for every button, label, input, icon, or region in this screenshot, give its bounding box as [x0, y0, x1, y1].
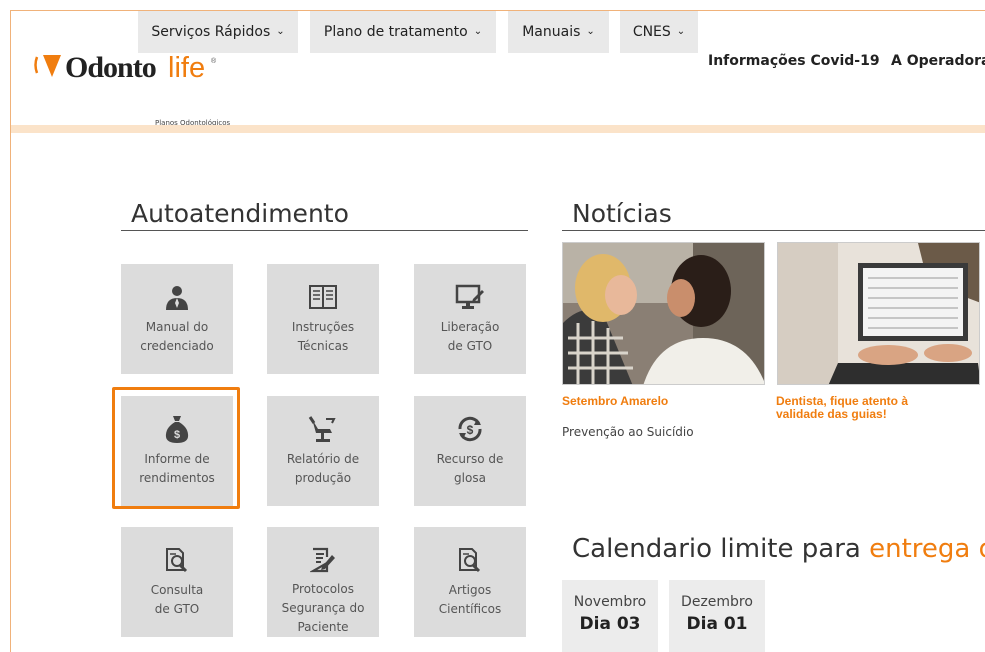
menu-label: Plano de tratamento	[323, 24, 468, 40]
person-tie-icon	[162, 282, 192, 312]
section-title-noticias: Notícias	[572, 199, 672, 228]
tile-instrucoes-tecnicas[interactable]: Instruções Técnicas	[267, 264, 379, 374]
svg-text:$: $	[467, 423, 474, 437]
tile-label: Artigos Científicos	[438, 583, 502, 616]
nav-covid[interactable]: Informações Covid-19	[708, 53, 880, 69]
chevron-down-icon: ⌄	[676, 25, 686, 37]
nav-operadora[interactable]: A Operadora	[891, 53, 985, 69]
tile-protocolos-seguranca[interactable]: Protocolos Segurança do Paciente	[267, 527, 379, 637]
chevron-down-icon: ⌄	[586, 25, 595, 37]
menu-plano-tratamento[interactable]: Plano de tratamento ⌄	[310, 11, 496, 53]
document-search-icon	[455, 545, 485, 575]
calendar-day: Dia 03	[579, 614, 641, 634]
calendar-title-accent: entrega d	[869, 534, 985, 564]
tile-label: Recurso de glosa	[436, 452, 504, 485]
calendar-month: Novembro	[573, 594, 647, 610]
menu-servicos-rapidos[interactable]: Serviços Rápidos ⌄	[138, 11, 298, 53]
tile-label: Protocolos Segurança do Paciente	[281, 582, 365, 634]
selected-tile-highlight	[112, 387, 240, 509]
header-divider	[11, 125, 985, 133]
tile-manual-credenciado[interactable]: Manual do credenciado	[121, 264, 233, 374]
news-title-setembro-amarelo[interactable]: Setembro Amarelo	[562, 395, 765, 408]
menu-label: Serviços Rápidos	[151, 24, 271, 40]
menu-label: Manuais	[522, 24, 581, 40]
tile-recurso-glosa[interactable]: $ Recurso de glosa	[414, 396, 526, 506]
calendar-card-novembro: Novembro Dia 03	[562, 580, 658, 652]
odontolife-logo[interactable]: Odonto life ® Planos Odontológicos	[33, 47, 233, 127]
tile-liberacao-gto[interactable]: Liberação de GTO	[414, 264, 526, 374]
calendar-card-dezembro: Dezembro Dia 01	[669, 580, 765, 652]
calendar-title: Calendario limite para entrega d	[572, 534, 985, 564]
tile-label: Liberação de GTO	[440, 320, 500, 353]
news-title-validade-guias[interactable]: Dentista, fique atento à validade das gu…	[776, 395, 946, 421]
two-women-photo-icon	[563, 243, 764, 384]
document-edit-icon	[308, 545, 338, 574]
tile-consulta-gto[interactable]: Consulta de GTO	[121, 527, 233, 637]
money-refresh-icon: $	[455, 414, 485, 444]
svg-text:Odonto: Odonto	[65, 51, 156, 84]
news-image-validade-guias[interactable]	[777, 242, 980, 385]
tile-label: Consulta de GTO	[150, 583, 204, 616]
tile-artigos-cientificos[interactable]: Artigos Científicos	[414, 527, 526, 637]
book-icon	[308, 282, 338, 312]
page-frame: Odonto life ® Planos Odontológicos Infor…	[10, 10, 985, 652]
section-rule	[562, 230, 985, 231]
chevron-down-icon: ⌄	[473, 25, 483, 37]
section-title-autoatendimento: Autoatendimento	[131, 199, 349, 228]
svg-text:®: ®	[211, 57, 217, 65]
monitor-pen-icon	[455, 282, 485, 312]
menu-label: CNES	[632, 24, 671, 40]
news-subtitle: Prevenção ao Suicídio	[562, 425, 694, 439]
calendar-month: Dezembro	[681, 594, 753, 610]
section-rule	[121, 230, 528, 231]
tile-label: Instruções Técnicas	[291, 320, 355, 353]
news-image-setembro-amarelo[interactable]	[562, 242, 765, 385]
document-search-icon	[162, 545, 192, 575]
dental-chair-icon	[308, 414, 338, 444]
menu-cnes[interactable]: CNES ⌄	[620, 11, 698, 53]
svg-text:life: life	[168, 52, 205, 84]
laptop-photo-icon	[778, 243, 979, 384]
tile-relatorio-producao[interactable]: Relatório de produção	[267, 396, 379, 506]
menu-manuais[interactable]: Manuais ⌄	[508, 11, 609, 53]
logo-mark-icon: Odonto life ®	[34, 51, 217, 84]
tile-label: Manual do credenciado	[140, 320, 214, 353]
calendar-title-text: Calendario limite para	[572, 534, 861, 564]
calendar-day: Dia 01	[686, 614, 748, 634]
tile-label: Relatório de produção	[286, 452, 360, 485]
chevron-down-icon: ⌄	[276, 25, 285, 37]
